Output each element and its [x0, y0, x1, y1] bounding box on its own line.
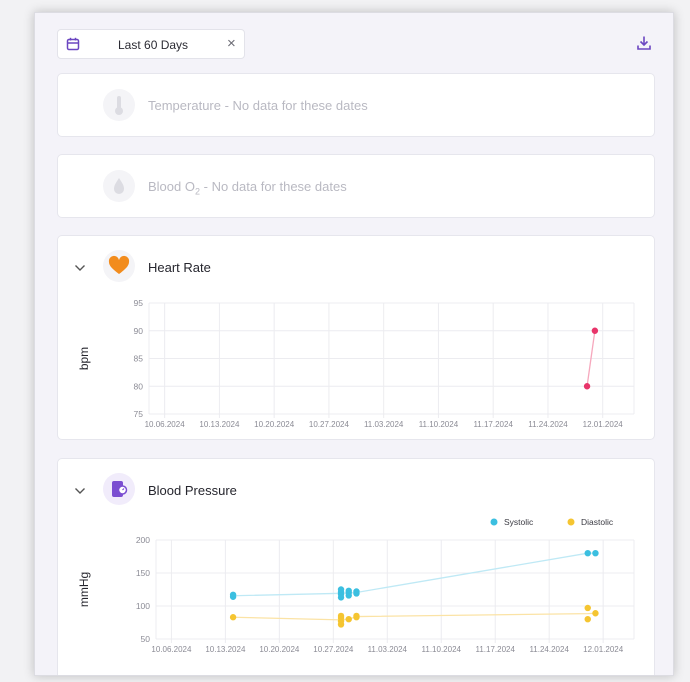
x-tick-label: 11.03.2024	[364, 420, 404, 429]
data-point	[591, 327, 599, 334]
data-point	[584, 550, 591, 557]
x-tick-label: 11.17.2024	[473, 420, 513, 429]
x-tick-label: 11.10.2024	[419, 420, 459, 429]
temperature-card: Temperature - No data for these dates	[57, 73, 655, 137]
data-point	[337, 612, 345, 620]
blood-o2-card: Blood O2 - No data for these dates	[57, 154, 655, 218]
data-point	[353, 588, 360, 595]
pressure-cuff-icon	[103, 473, 135, 505]
blood-pressure-card: Blood Pressure 200 150 100 50 10.06.2024 10.1…	[57, 458, 655, 675]
legend-label: Systolic	[504, 517, 534, 527]
blood-o2-status: Blood O2 - No data for these dates	[148, 179, 347, 197]
temperature-status: Temperature - No data for these dates	[148, 98, 368, 113]
y-tick-label: 75	[134, 409, 144, 419]
calendar-icon	[66, 37, 80, 51]
blood-pressure-chart: 200 150 100 5010.06.2024 10.13.2024 10.20.202…	[77, 517, 635, 654]
data-point	[584, 604, 591, 612]
blood-pressure-title: Blood Pressure	[148, 483, 237, 498]
data-point	[353, 612, 360, 620]
legend-marker	[490, 518, 498, 526]
x-tick-label: 11.24.2024	[528, 420, 568, 429]
y-axis-label: bpm	[77, 347, 91, 370]
close-icon[interactable]: ×	[227, 35, 236, 53]
x-tick-label: 10.13.2024	[205, 645, 246, 654]
thermometer-icon	[103, 89, 135, 121]
y-tick-label: 150	[136, 568, 150, 578]
legend-label: Diastolic	[581, 517, 614, 527]
x-tick-label: 10.06.2024	[145, 420, 186, 429]
data-point	[592, 550, 599, 557]
x-tick-label: 11.17.2024	[475, 645, 515, 654]
x-tick-label: 11.03.2024	[368, 645, 408, 654]
date-range-label: Last 60 Days	[118, 38, 189, 52]
chevron-down-icon[interactable]	[74, 487, 86, 495]
y-tick-label: 95	[134, 298, 144, 308]
data-point	[229, 614, 237, 621]
heart-rate-chart: 95 90 85 80 7510.06.2024 10.13.2024 10.20.2024…	[77, 298, 635, 429]
x-tick-label: 10.27.2024	[309, 420, 350, 429]
heart-rate-title: Heart Rate	[148, 260, 211, 275]
data-point	[345, 587, 352, 595]
y-axis-label: mmHg	[77, 572, 91, 607]
y-tick-label: 90	[134, 326, 144, 336]
heart-rate-card: Heart Rate 95 90 85 80 75 10.06.2024 10.13.202…	[57, 235, 655, 440]
y-tick-label: 100	[136, 601, 150, 611]
legend-marker	[567, 518, 575, 526]
drop-icon	[103, 170, 135, 202]
series-line	[233, 552, 596, 597]
x-tick-label: 12.01.2024	[583, 645, 624, 654]
x-tick-label: 10.06.2024	[151, 645, 192, 654]
y-tick-label: 50	[141, 634, 151, 644]
date-range-picker[interactable]: Last 60 Days ×	[57, 29, 245, 59]
data-point	[583, 383, 591, 390]
data-point	[337, 586, 345, 593]
data-point	[345, 616, 352, 623]
download-icon[interactable]	[636, 35, 652, 51]
heart-icon	[103, 250, 135, 282]
y-tick-label: 85	[134, 354, 144, 364]
data-point	[584, 616, 591, 623]
toolbar: Last 60 Days ×	[35, 13, 673, 73]
series-line	[233, 612, 596, 621]
x-tick-label: 11.10.2024	[422, 645, 462, 654]
y-tick-label: 80	[134, 381, 144, 391]
x-tick-label: 11.24.2024	[529, 645, 569, 654]
y-tick-label: 200	[136, 535, 150, 545]
x-tick-label: 10.27.2024	[313, 645, 354, 654]
app-frame: Last 60 Days × Temperature - No data for…	[34, 12, 674, 676]
data-point	[592, 610, 599, 617]
x-tick-label: 10.20.2024	[254, 420, 295, 429]
x-tick-label: 10.13.2024	[199, 420, 240, 429]
x-tick-label: 12.01.2024	[583, 420, 624, 429]
x-tick-label: 10.20.2024	[259, 645, 300, 654]
data-point	[229, 591, 237, 598]
chevron-down-icon[interactable]	[74, 264, 86, 272]
